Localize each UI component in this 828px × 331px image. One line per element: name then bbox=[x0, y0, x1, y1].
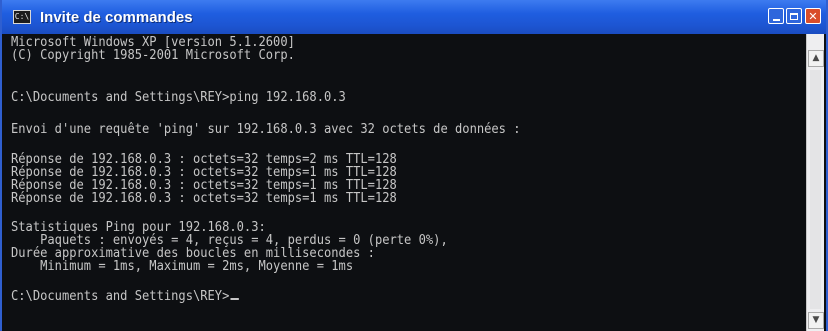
arrow-up-icon: ▲ bbox=[812, 53, 820, 63]
console-line: C:\Documents and Settings\REY>ping 192.1… bbox=[11, 90, 346, 105]
prompt-text: C:\Documents and Settings\REY> bbox=[11, 289, 230, 304]
console-line: Réponse de 192.168.0.3 : octets=32 temps… bbox=[11, 191, 397, 206]
console-line: Minimum = 1ms, Maximum = 2ms, Moyenne = … bbox=[11, 259, 354, 274]
scroll-down-button[interactable]: ▼ bbox=[808, 312, 824, 329]
close-icon: ✕ bbox=[808, 9, 818, 23]
title-bar[interactable]: C:\ Invite de commandes ✕ bbox=[2, 0, 826, 34]
arrow-down-icon: ▼ bbox=[812, 315, 820, 325]
maximize-button[interactable] bbox=[786, 8, 802, 24]
minimize-icon bbox=[772, 18, 780, 21]
vertical-scrollbar[interactable]: ▲ ▼ bbox=[806, 34, 824, 331]
command-prompt-line[interactable]: C:\Documents and Settings\REY> bbox=[11, 290, 239, 303]
minimize-button[interactable] bbox=[768, 8, 784, 24]
console-line: (C) Copyright 1985-2001 Microsoft Corp. bbox=[11, 48, 295, 63]
console-output[interactable]: Microsoft Windows XP [version 5.1.2600] … bbox=[4, 34, 806, 331]
cmd-icon[interactable]: C:\ bbox=[13, 10, 31, 24]
scroll-up-button[interactable]: ▲ bbox=[808, 50, 824, 67]
console-line: Envoi d'une requête 'ping' sur 192.168.0… bbox=[11, 122, 521, 137]
maximize-icon bbox=[790, 12, 798, 20]
close-button[interactable]: ✕ bbox=[805, 8, 821, 24]
text-cursor bbox=[230, 298, 239, 300]
window-title: Invite de commandes bbox=[40, 8, 193, 26]
command-prompt-window: C:\ Invite de commandes ✕ Microsoft Wind… bbox=[0, 0, 828, 331]
scrollbar-track[interactable] bbox=[810, 70, 821, 309]
